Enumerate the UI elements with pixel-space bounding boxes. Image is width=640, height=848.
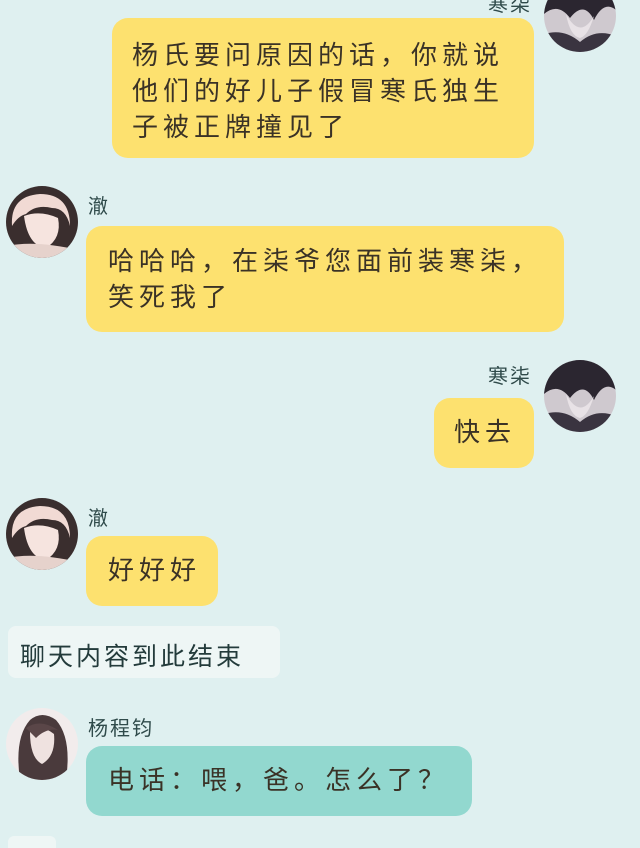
avatar[interactable] bbox=[6, 186, 78, 258]
long-hair-avatar-image bbox=[6, 708, 78, 780]
sender-name: 澈 bbox=[88, 506, 110, 530]
light-hair-boy-avatar-image bbox=[6, 186, 78, 258]
phone-message-bubble: 电话：喂，爸。怎么了？ bbox=[86, 746, 472, 816]
sender-name: 杨程钧 bbox=[88, 716, 154, 740]
sender-name: 寒柒 bbox=[488, 0, 532, 16]
system-notice: 聊天内容到此结束 bbox=[8, 626, 280, 678]
dark-hair-boy-avatar-image bbox=[544, 0, 616, 52]
avatar[interactable] bbox=[6, 498, 78, 570]
sender-name: 寒柒 bbox=[488, 364, 532, 388]
message-bubble: 杨氏要问原因的话，你就说他们的好儿子假冒寒氏独生子被正牌撞见了 bbox=[112, 18, 534, 158]
message-bubble: 快去 bbox=[434, 398, 534, 468]
avatar[interactable] bbox=[544, 0, 616, 52]
message-bubble: 哈哈哈，在柒爷您面前装寒柒，笑死我了 bbox=[86, 226, 564, 332]
avatar[interactable] bbox=[6, 708, 78, 780]
sender-name: 澈 bbox=[88, 194, 110, 218]
next-item-edge bbox=[8, 836, 56, 848]
avatar[interactable] bbox=[544, 360, 616, 432]
dark-hair-boy-avatar-image bbox=[544, 360, 616, 432]
chat-area: 寒柒 杨氏要问原因的话，你就说他们的好儿子假冒寒氏独生子被正牌撞见了 澈 哈哈哈… bbox=[0, 0, 640, 848]
light-hair-boy-avatar-image bbox=[6, 498, 78, 570]
message-bubble: 好好好 bbox=[86, 536, 218, 606]
